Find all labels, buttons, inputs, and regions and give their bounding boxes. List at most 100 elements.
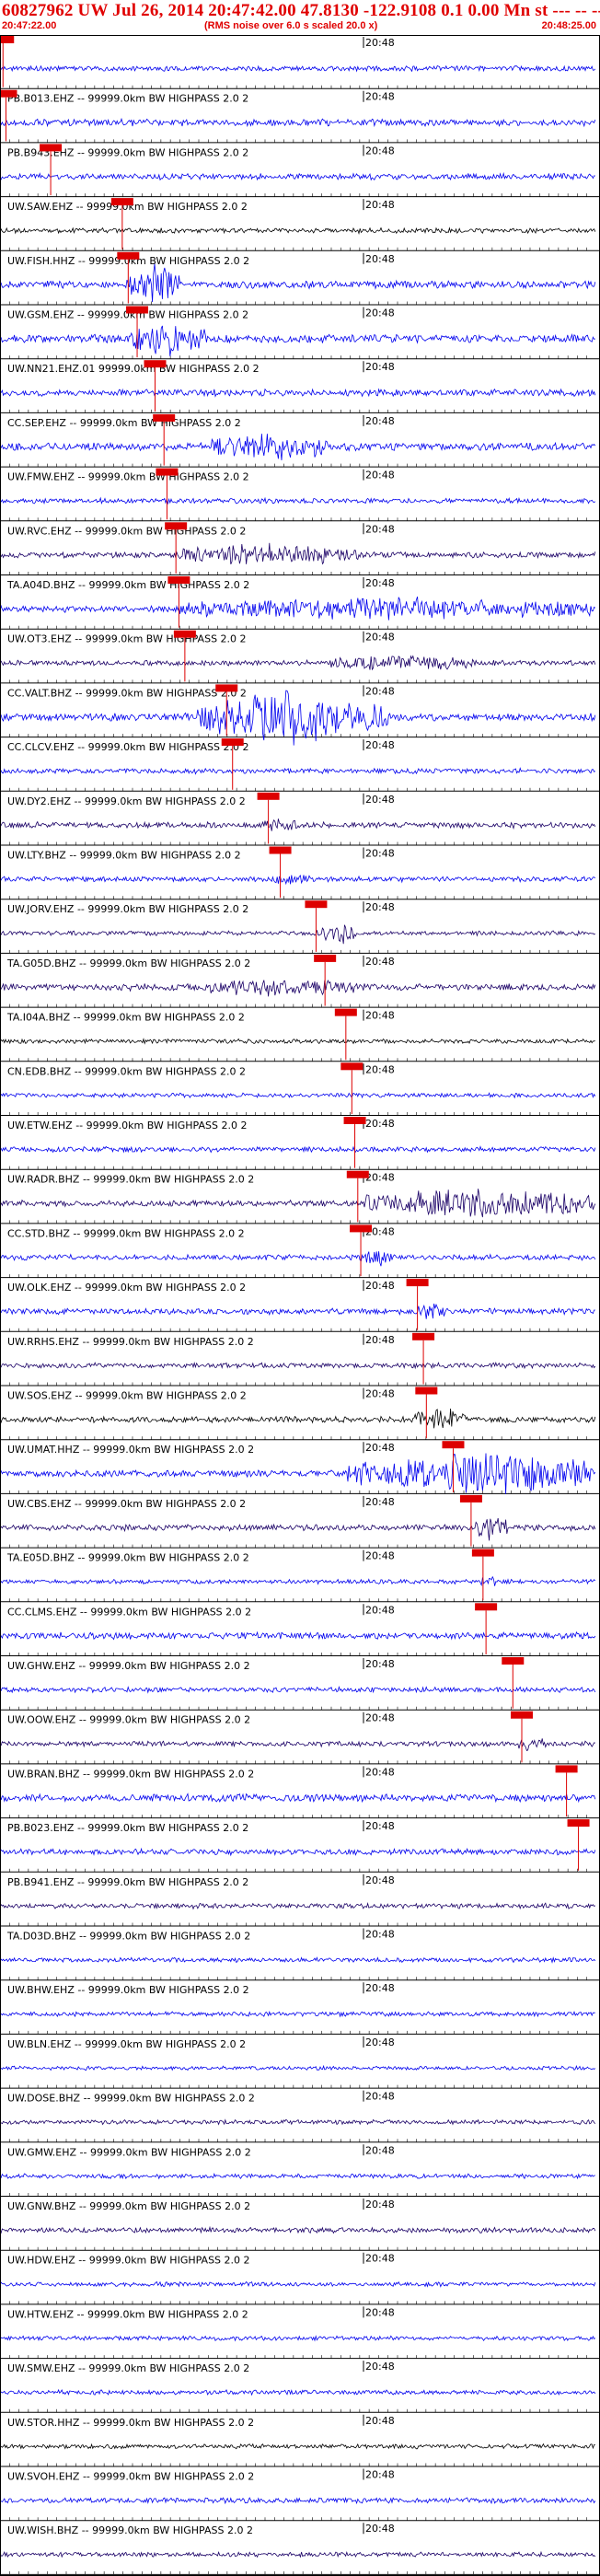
- station-label: UW.UMAT.HHZ -- 99999.0km BW HIGHPASS 2.0…: [7, 1444, 254, 1456]
- time-tick-label: 20:48: [365, 253, 395, 265]
- waveform-trace: [0, 2172, 595, 2180]
- time-tick-label: 20:48: [365, 199, 395, 211]
- trace-row: 20:48: [0, 36, 600, 89]
- trace-row: 20:48 UW.HTW.EHZ -- 99999.0km BW HIGHPASS…: [0, 2306, 600, 2360]
- phase-pick-marker: [0, 36, 15, 43]
- phase-pick-marker: [406, 1279, 429, 1287]
- trace-row: 20:48 UW.BRAN.BHZ -- 99999.0km BW HIGHPAS…: [0, 1765, 600, 1819]
- phase-pick-marker: [110, 198, 133, 206]
- waveform-trace: [0, 818, 596, 831]
- station-label: UW.SMW.EHZ -- 99999.0km BW HIGHPASS 2.0 …: [7, 2362, 249, 2374]
- waveform-trace: [0, 1303, 595, 1319]
- waveform-trace: [0, 1956, 596, 1964]
- trace-row: 20:48 UW.NN21.EHZ.01 99999.0km BW HIGHPAS…: [0, 360, 600, 413]
- phase-pick-marker: [340, 1062, 363, 1071]
- time-tick-label: 20:48: [365, 1280, 395, 1292]
- time-tick-label: 20:48: [365, 91, 395, 103]
- waveform-trace: [0, 64, 596, 73]
- waveform-trace: [0, 2388, 596, 2396]
- phase-pick-marker: [314, 954, 337, 962]
- waveform-trace: [0, 2335, 596, 2342]
- phase-pick-marker: [415, 1387, 438, 1395]
- station-label: CN.EDB.BHZ -- 99999.0km BW HIGHPASS 2.0 …: [7, 1065, 246, 1077]
- station-label: UW.RADR.BHZ -- 99999.0km BW HIGHPASS 2.0…: [7, 1174, 254, 1186]
- waveform-trace: [0, 1408, 596, 1429]
- time-tick-label: 20:48: [365, 685, 395, 697]
- phase-pick-marker: [475, 1603, 498, 1611]
- seismogram-page: 60827962 UW Jul 26, 2014 20:47:42.00 47.…: [0, 0, 600, 2576]
- waveform-trace: [0, 1575, 596, 1587]
- time-tick-label: 20:48: [365, 632, 395, 644]
- phase-pick-marker: [165, 522, 188, 530]
- station-label: UW.FMW.EHZ -- 99999.0km BW HIGHPASS 2.0 …: [7, 471, 249, 483]
- rms-note: (RMS noise over 6.0 s scaled 20.0 x): [204, 20, 378, 31]
- station-label: UW.SVOH.EHZ -- 99999.0km BW HIGHPASS 2.0…: [7, 2471, 254, 2483]
- station-label: UW.GHW.EHZ -- 99999.0km BW HIGHPASS 2.0 …: [7, 1660, 250, 1672]
- trace-row: 20:48 UW.LTY.BHZ -- 99999.0km BW HIGHPASS…: [0, 846, 600, 900]
- trace-row: 20:48 UW.HDW.EHZ -- 99999.0km BW HIGHPASS…: [0, 2252, 600, 2305]
- time-tick-label: 20:48: [365, 307, 395, 319]
- time-tick-label: 20:48: [365, 739, 395, 751]
- station-label: PB.B941.EHZ -- 99999.0km BW HIGHPASS 2.0…: [7, 1876, 248, 1888]
- phase-pick-marker: [555, 1765, 578, 1773]
- trace-row: 20:48 UW.SMW.EHZ -- 99999.0km BW HIGHPASS…: [0, 2361, 600, 2413]
- station-label: UW.GMW.EHZ -- 99999.0km BW HIGHPASS 2.0 …: [7, 2146, 251, 2158]
- station-label: UW.OLK.EHZ -- 99999.0km BW HIGHPASS 2.0 …: [7, 1282, 246, 1294]
- trace-row: 20:48 UW.STOR.HHZ -- 99999.0km BW HIGHPAS…: [0, 2414, 600, 2467]
- time-tick-label: 20:48: [365, 2091, 395, 2103]
- waveform-trace: [0, 1251, 596, 1267]
- station-label: CC.VALT.BHZ -- 99999.0km BW HIGHPASS 2.0…: [7, 687, 247, 699]
- trace-row: 20:48 CC.CLMS.EHZ -- 99999.0km BW HIGHPAS…: [0, 1603, 600, 1656]
- phase-pick-marker: [40, 144, 63, 152]
- seismogram-plot: 20:48 20:48 PB.B013.EHZ -- 99999.0km BW HI…: [0, 35, 600, 2576]
- waveform-trace: [0, 596, 596, 621]
- waveform-trace: [0, 924, 595, 945]
- time-tick-label: 20:48: [365, 901, 395, 913]
- time-tick-label: 20:48: [365, 2253, 395, 2265]
- time-tick-label: 20:48: [365, 523, 395, 535]
- trace-row: 20:48 PB.B013.EHZ -- 99999.0km BW HIGHPAS…: [0, 89, 600, 144]
- phase-pick-marker: [156, 468, 179, 476]
- station-label: UW.OT3.EHZ -- 99999.0km BW HIGHPASS 2.0 …: [7, 633, 247, 645]
- end-time: 20:48:25.00: [541, 20, 596, 31]
- trace-row: 20:48 UW.CBS.EHZ -- 99999.0km BW HIGHPASS…: [0, 1494, 600, 1549]
- station-label: UW.RVC.EHZ -- 99999.0km BW HIGHPASS 2.0 …: [7, 525, 246, 537]
- trace-row: 20:48UW.GSM.EHZ -- 99999.0km BW HIGHPASS…: [0, 306, 600, 360]
- phase-pick-marker: [117, 251, 140, 260]
- phase-pick-marker: [305, 900, 328, 909]
- phase-pick-marker: [567, 1819, 590, 1828]
- time-tick-label: 20:48: [365, 1118, 395, 1130]
- phase-pick-marker: [343, 1117, 366, 1124]
- station-label: UW.HTW.EHZ -- 99999.0km BW HIGHPASS 2.0 …: [7, 2308, 248, 2320]
- waveform-trace: [0, 388, 596, 398]
- time-tick-label: 20:48: [365, 2144, 395, 2156]
- station-label: UW.SOS.EHZ -- 99999.0km BW HIGHPASS 2.0 …: [7, 1390, 247, 1402]
- station-label: UW.BLN.EHZ -- 99999.0km BW HIGHPASS 2.0 …: [7, 2038, 246, 2050]
- phase-pick-marker: [511, 1711, 533, 1719]
- waveform-trace: [0, 979, 596, 997]
- trace-row: 20:48 TA.I04A.BHZ -- 99999.0km BW HIGHPAS…: [0, 1008, 600, 1062]
- station-label: UW.DOSE.BHZ -- 99999.0km BW HIGHPASS 2.0…: [7, 2093, 255, 2105]
- station-label: UW.RRHS.EHZ -- 99999.0km BW HIGHPASS 2.0…: [7, 1336, 254, 1348]
- station-label: UW.CBS.EHZ -- 99999.0km BW HIGHPASS 2.0 …: [7, 1498, 246, 1510]
- trace-row: 20:48 UW.OLK.EHZ -- 99999.0km BW HIGHPASS…: [0, 1279, 600, 1332]
- time-tick-label: 20:48: [365, 1766, 395, 1778]
- time-tick-label: 20:48: [365, 2199, 395, 2210]
- station-label: CC.CLCV.EHZ -- 99999.0km BW HIGHPASS 2.0…: [7, 741, 248, 753]
- station-label: UW.STOR.HHZ -- 99999.0km BW HIGHPASS 2.0…: [7, 2417, 254, 2429]
- waveform-trace: [0, 1361, 596, 1370]
- time-tick-label: 20:48: [365, 577, 395, 589]
- trace-row: 20:48 UW.SVOH.EHZ -- 99999.0km BW HIGHPAS…: [0, 2468, 600, 2522]
- waveform-trace: [0, 496, 596, 505]
- trace-row: 20:48 UW.SOS.EHZ -- 99999.0km BW HIGHPASS…: [0, 1387, 600, 1441]
- station-label: PB.B013.EHZ -- 99999.0km BW HIGHPASS 2.0…: [7, 93, 248, 105]
- trace-row: 20:48 TA.E05D.BHZ -- 99999.0km BW HIGHPAS…: [0, 1549, 600, 1603]
- waveform-trace: [0, 1686, 596, 1694]
- phase-pick-marker: [471, 1549, 494, 1557]
- waveform-trace: [0, 1145, 596, 1154]
- waveform-trace: [0, 1092, 596, 1099]
- header: 60827962 UW Jul 26, 2014 20:47:42.00 47.…: [0, 0, 600, 37]
- waveform-trace: [0, 171, 595, 181]
- time-tick-label: 20:48: [365, 1658, 395, 1670]
- trace-row: 20:48 TA.G05D.BHZ -- 99999.0km BW HIGHPAS…: [0, 954, 600, 1008]
